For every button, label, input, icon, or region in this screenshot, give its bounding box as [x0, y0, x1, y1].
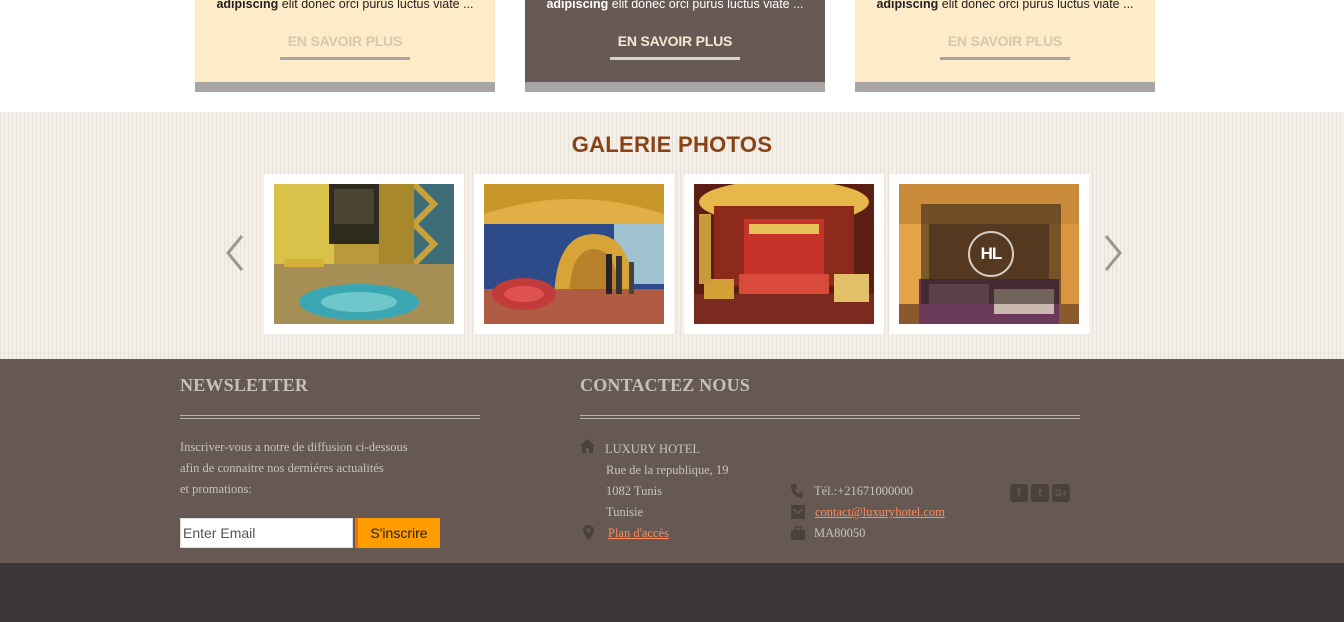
card-base — [525, 82, 825, 92]
map-pin-icon — [583, 525, 594, 540]
hl-logo-icon: HL — [968, 231, 1014, 277]
hotel-name: LUXURY HOTEL — [605, 442, 701, 456]
hover-overlay: HL — [921, 204, 1061, 304]
gallery-photo[interactable] — [474, 174, 674, 334]
phone-number: Tél.:+21671000000 — [814, 484, 914, 498]
card-base — [855, 82, 1155, 92]
contact-title: CONTACTEZ NOUS — [580, 375, 750, 395]
feature-card: adipiscing elit donec orci purus luctus … — [195, 0, 495, 92]
map-link[interactable]: Plan d'accès — [608, 526, 669, 540]
newsletter-text: Inscriver-vous a notre de diffusion ci-d… — [180, 440, 408, 496]
learn-more-button[interactable]: EN SAVOIR PLUS — [610, 33, 740, 60]
learn-more-button[interactable]: EN SAVOIR PLUS — [280, 33, 410, 60]
bedroom-photo: HL — [899, 184, 1079, 324]
home-icon — [580, 439, 595, 453]
googleplus-icon[interactable]: G+ — [1052, 484, 1070, 502]
card-description: adipiscing elit donec orci purus luctus … — [876, 0, 1134, 11]
newsletter-divider — [180, 415, 480, 419]
briefcase-icon — [791, 526, 805, 540]
twitter-icon[interactable]: t — [1031, 484, 1049, 502]
chevron-left-icon[interactable] — [224, 234, 246, 272]
bottom-bar — [0, 563, 1344, 622]
registration-code: MA80050 — [814, 526, 866, 540]
site-footer: NEWSLETTER Inscriver-vous a notre de dif… — [0, 359, 1344, 563]
photo-gallery: GALERIE PHOTOS HL — [0, 112, 1344, 359]
facebook-icon[interactable]: f — [1010, 484, 1028, 502]
chevron-right-icon[interactable] — [1102, 234, 1124, 272]
gallery-photo[interactable] — [684, 174, 884, 334]
gallery-photo[interactable] — [264, 174, 464, 334]
subscribe-button[interactable]: S'inscrire — [355, 518, 440, 548]
gallery-title: GALERIE PHOTOS — [571, 132, 773, 157]
address-country: Tunisie — [606, 505, 644, 519]
card-description: adipiscing elit donec orci purus luctus … — [546, 0, 804, 11]
learn-more-button[interactable]: EN SAVOIR PLUS — [940, 33, 1070, 60]
contact-divider — [580, 415, 1080, 419]
address-city: 1082 Tunis — [606, 484, 662, 498]
envelope-icon — [791, 505, 805, 519]
feature-card-active: adipiscing elit donec orci purus luctus … — [525, 0, 825, 92]
map-link-wrap: Plan d'accès — [608, 526, 669, 541]
lobby-photo — [484, 184, 664, 324]
phone-icon — [791, 484, 803, 498]
gallery-photo-hover[interactable]: HL — [889, 174, 1089, 334]
feature-cards: adipiscing elit donec orci purus luctus … — [0, 0, 1344, 112]
email-link-wrap: contact@luxuryhotel.com — [815, 505, 945, 520]
suite-photo — [694, 184, 874, 324]
pool-photo — [274, 184, 454, 324]
email-input[interactable] — [180, 518, 353, 548]
feature-card: adipiscing elit donec orci purus luctus … — [855, 0, 1155, 92]
newsletter-title: NEWSLETTER — [180, 375, 309, 395]
address-street: Rue de la republique, 19 — [606, 463, 729, 477]
email-link[interactable]: contact@luxuryhotel.com — [815, 505, 945, 519]
card-description: adipiscing elit donec orci purus luctus … — [216, 0, 474, 11]
card-base — [195, 82, 495, 92]
